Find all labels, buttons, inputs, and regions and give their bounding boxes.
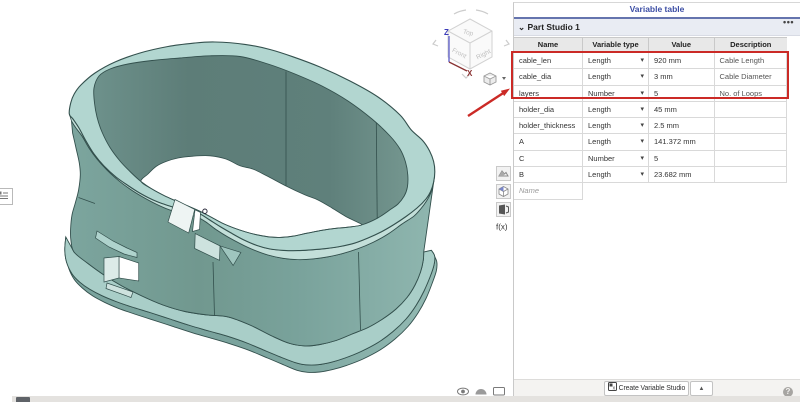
svg-text:f(x): f(x) xyxy=(496,223,508,232)
svg-text:X: X xyxy=(467,69,473,78)
svg-text:Z: Z xyxy=(444,28,449,37)
